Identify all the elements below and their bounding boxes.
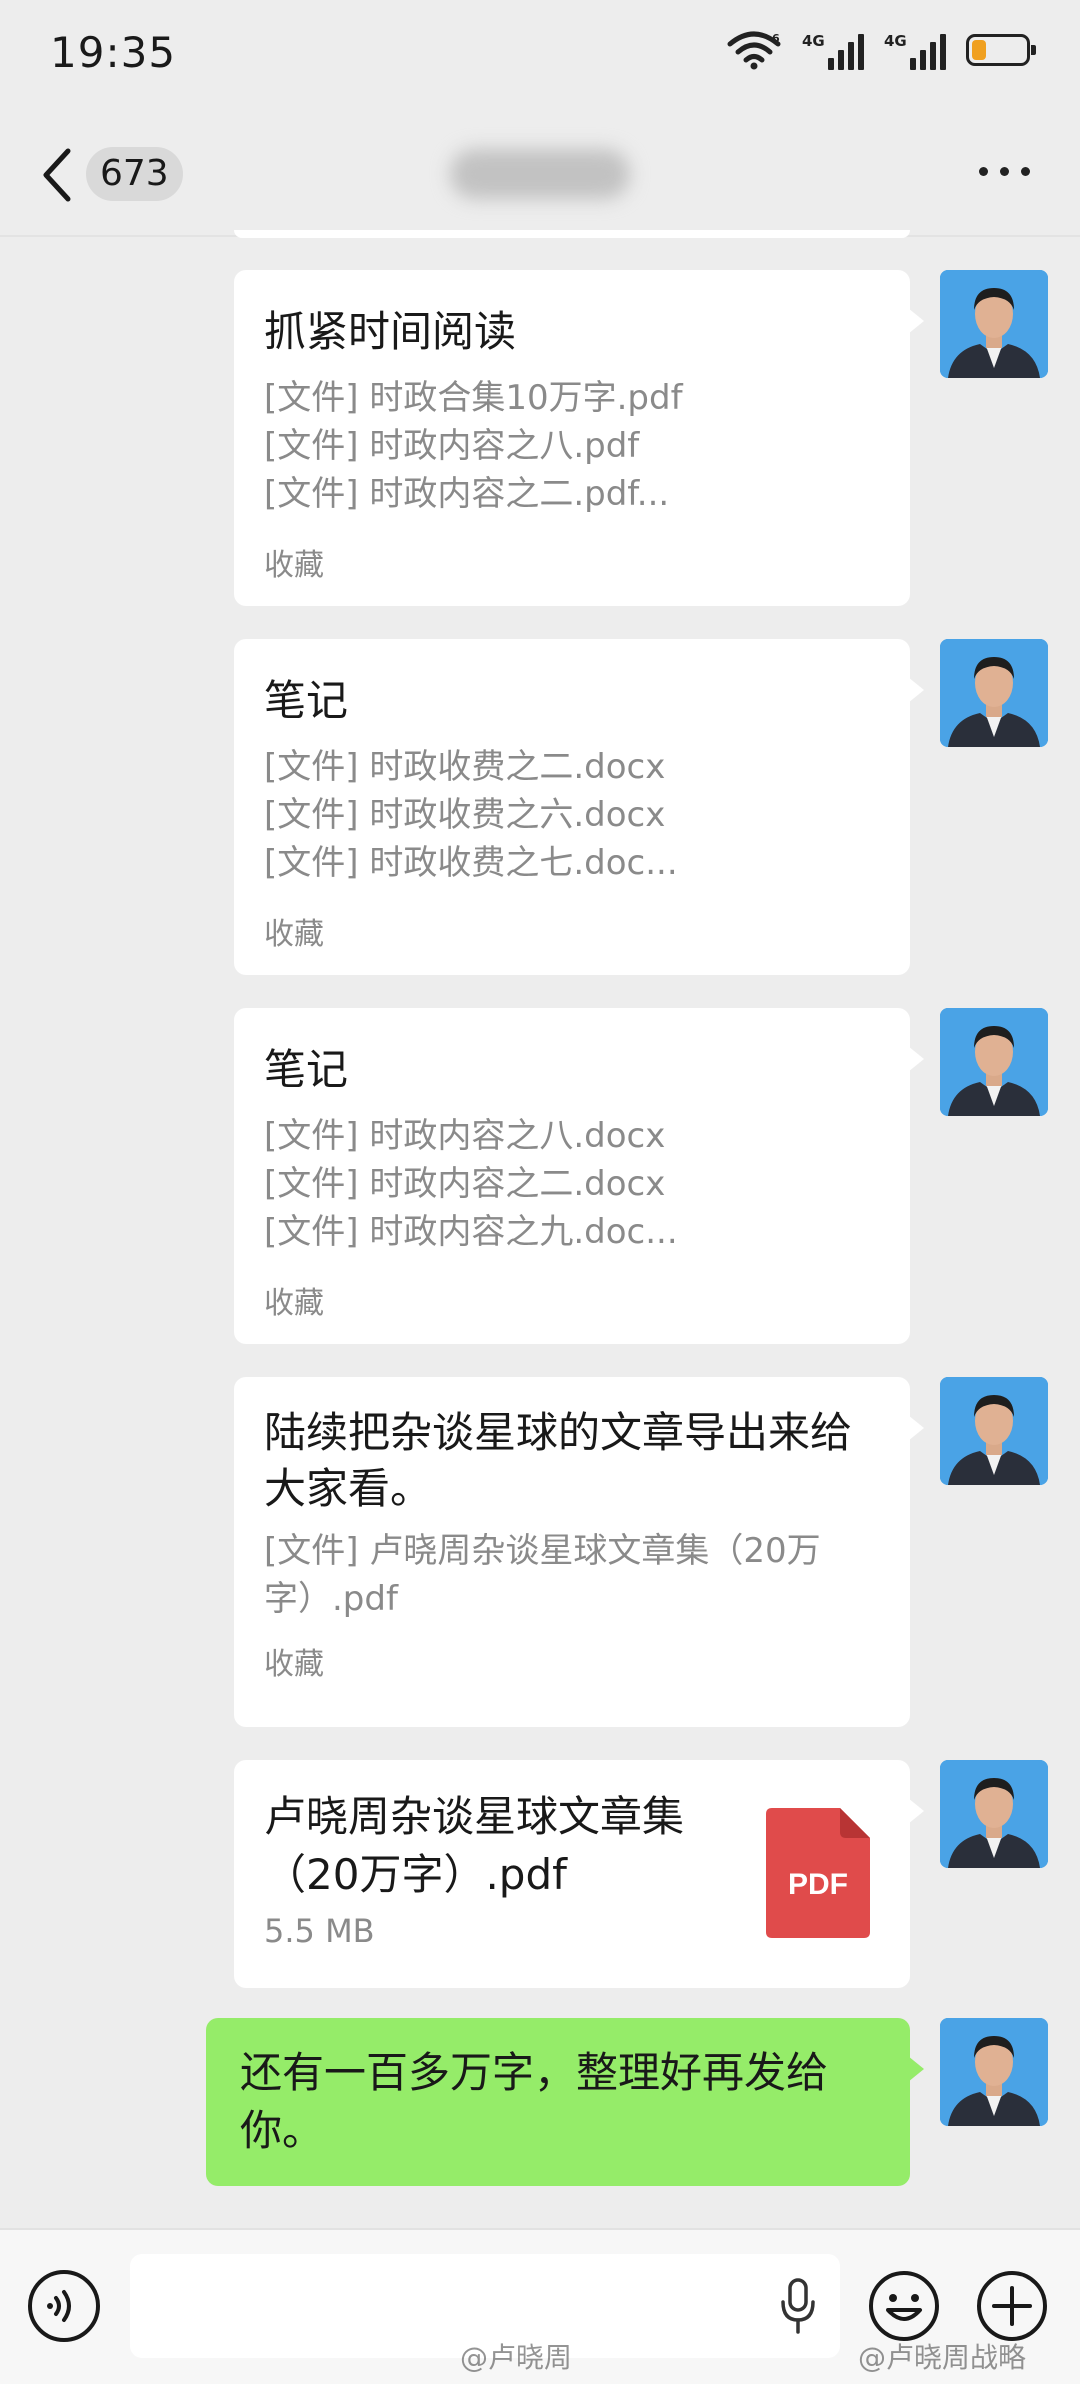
network-type-label: 4G (802, 32, 825, 50)
emoji-icon[interactable] (868, 2270, 940, 2342)
card-file-line: [文件] 时政内容之八.docx (264, 1116, 666, 1156)
card-file-line: [文件] 时政收费之六.docx (264, 795, 666, 835)
card-file-list: [文件] 卢晓周杂谈星球文章集（20万字）.pdf (264, 1527, 880, 1623)
avatar[interactable] (940, 1377, 1048, 1485)
system-icons: 6 4G 4G (726, 30, 1036, 70)
signal-4g-icon: 4G (884, 30, 946, 70)
card-file-line: [文件] 时政内容之九.doc... (264, 1212, 678, 1252)
favorites-card-bubble[interactable]: 抓紧时间阅读 [文件] 时政合集10万字.pdf [文件] 时政内容之八.pdf… (234, 270, 924, 606)
text-message-bubble[interactable]: 还有一百多万字，整理好再发给你。 (206, 2018, 924, 2186)
card-file-line: [文件] 时政内容之二.docx (264, 1164, 666, 1204)
avatar[interactable] (940, 270, 1048, 378)
signal-4g-icon: 4G (802, 30, 864, 70)
status-bar: 19:35 6 4G 4G (0, 0, 1080, 115)
card-file-line: [文件] 时政内容之二.pdf... (264, 474, 670, 514)
message-text: 还有一百多万字，整理好再发给你。 (240, 2048, 829, 2155)
favorites-card-bubble[interactable]: 陆续把杂谈星球的文章导出来给大家看。 [文件] 卢晓周杂谈星球文章集（20万字）… (234, 1377, 924, 1727)
watermark: @卢晓周 (460, 2341, 573, 2374)
card-source-label: 收藏 (264, 1286, 324, 1321)
favorites-card-bubble[interactable]: 笔记 [文件] 时政收费之二.docx [文件] 时政收费之六.docx [文件… (234, 639, 924, 975)
network-type-label: 4G (884, 32, 907, 50)
voice-mode-icon[interactable] (28, 2270, 100, 2342)
favorites-card-bubble[interactable]: 笔记 [文件] 时政内容之八.docx [文件] 时政内容之二.docx [文件… (234, 1008, 924, 1344)
avatar[interactable] (940, 639, 1048, 747)
microphone-icon[interactable] (778, 2276, 818, 2336)
card-file-line: [文件] 卢晓周杂谈星球文章集（20万字）.pdf (264, 1531, 821, 1619)
card-title: 陆续把杂谈星球的文章导出来给大家看。 (264, 1408, 853, 1513)
chevron-left-icon[interactable] (38, 145, 78, 205)
watermark: @卢晓周战略 (858, 2341, 1027, 2374)
more-dots-icon[interactable] (979, 167, 1030, 176)
card-file-list: [文件] 时政收费之二.docx [文件] 时政收费之六.docx [文件] 时… (264, 743, 880, 887)
clock: 19:35 (50, 28, 177, 77)
previous-message-edge (234, 230, 910, 238)
svg-text:6: 6 (772, 32, 780, 45)
card-file-line: [文件] 时政收费之七.doc... (264, 843, 678, 883)
card-file-line: [文件] 时政收费之二.docx (264, 747, 666, 787)
wifi-icon: 6 (727, 31, 781, 70)
avatar[interactable] (940, 1008, 1048, 1116)
card-file-line: [文件] 时政内容之八.pdf (264, 426, 640, 466)
pdf-file-icon: PDF (766, 1808, 870, 1938)
avatar[interactable] (940, 2018, 1048, 2126)
plus-circle-icon[interactable] (976, 2270, 1048, 2342)
card-file-list: [文件] 时政内容之八.docx [文件] 时政内容之二.docx [文件] 时… (264, 1112, 880, 1256)
file-name: 卢晓周杂谈星球文章集（20万字）.pdf (264, 1792, 685, 1899)
card-source-label: 收藏 (264, 917, 324, 952)
avatar[interactable] (940, 1760, 1048, 1868)
card-title: 笔记 (264, 676, 349, 725)
battery-low-icon (966, 34, 1036, 66)
card-title: 笔记 (264, 1045, 349, 1094)
card-source-label: 收藏 (264, 548, 324, 583)
unread-count-badge[interactable]: 673 (86, 147, 183, 201)
chat-header: 673 (0, 115, 1080, 235)
file-message-bubble[interactable]: 卢晓周杂谈星球文章集（20万字）.pdf 5.5 MB PDF (234, 1760, 924, 1988)
pdf-icon-label: PDF (788, 1868, 848, 1901)
chat-title[interactable] (450, 149, 630, 199)
card-file-line: [文件] 时政合集10万字.pdf (264, 378, 683, 418)
card-file-list: [文件] 时政合集10万字.pdf [文件] 时政内容之八.pdf [文件] 时… (264, 374, 880, 518)
card-source-label: 收藏 (264, 1647, 324, 1682)
card-title: 抓紧时间阅读 (264, 307, 517, 356)
